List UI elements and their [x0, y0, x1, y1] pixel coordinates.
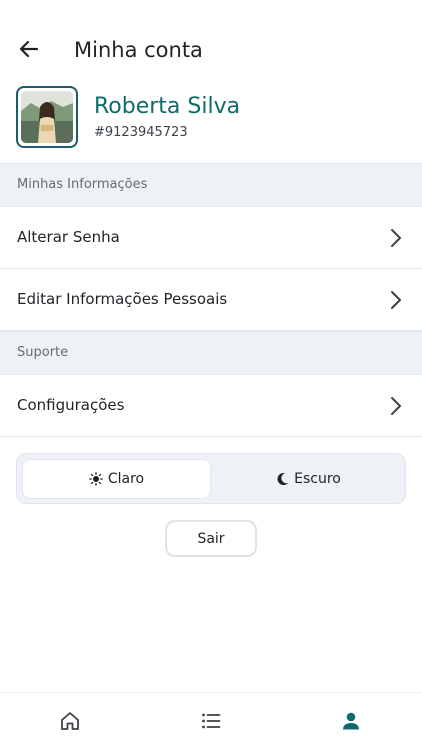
- user-name: Roberta Silva: [94, 94, 241, 119]
- chevron-right-icon: [391, 291, 401, 309]
- user-id: #9123945723: [94, 125, 188, 140]
- bottom-navigation: [0, 692, 422, 750]
- section-title: Suporte: [17, 345, 69, 360]
- menu-item-label: Editar Informações Pessoais: [17, 290, 228, 308]
- section-header-support: Suporte: [0, 331, 422, 375]
- back-button[interactable]: [14, 34, 44, 64]
- list-icon: [202, 713, 221, 729]
- theme-option-light[interactable]: Claro: [22, 459, 211, 499]
- theme-option-dark[interactable]: Escuro: [214, 459, 403, 499]
- logout-button[interactable]: Sair: [165, 520, 257, 557]
- menu-item-label: Configurações: [17, 396, 125, 414]
- moon-icon: [277, 473, 289, 486]
- menu-item-label: Alterar Senha: [17, 228, 120, 246]
- section-title: Minhas Informações: [17, 177, 148, 192]
- profile-summary: Roberta Silva #9123945723: [0, 84, 422, 150]
- menu-item-change-password[interactable]: Alterar Senha: [0, 207, 422, 269]
- theme-dark-label: Escuro: [294, 471, 341, 487]
- theme-light-label: Claro: [107, 471, 145, 487]
- page-title: Minha conta: [74, 38, 203, 62]
- avatar[interactable]: [16, 86, 78, 148]
- chevron-right-icon: [391, 397, 401, 415]
- arrow-left-icon: [19, 40, 39, 58]
- person-icon: [343, 712, 359, 730]
- logout-label: Sair: [197, 530, 225, 547]
- chevron-right-icon: [391, 229, 401, 247]
- nav-home[interactable]: [58, 709, 82, 733]
- nav-profile[interactable]: [339, 709, 363, 733]
- section-header-info: Minhas Informações: [0, 163, 422, 207]
- nav-list[interactable]: [199, 709, 223, 733]
- menu-item-settings[interactable]: Configurações: [0, 375, 422, 437]
- home-icon: [61, 712, 79, 730]
- sun-icon: [89, 472, 103, 486]
- menu-item-edit-personal-info[interactable]: Editar Informações Pessoais: [0, 269, 422, 331]
- theme-toggle: Claro Escuro: [16, 453, 406, 504]
- avatar-photo: [21, 91, 73, 143]
